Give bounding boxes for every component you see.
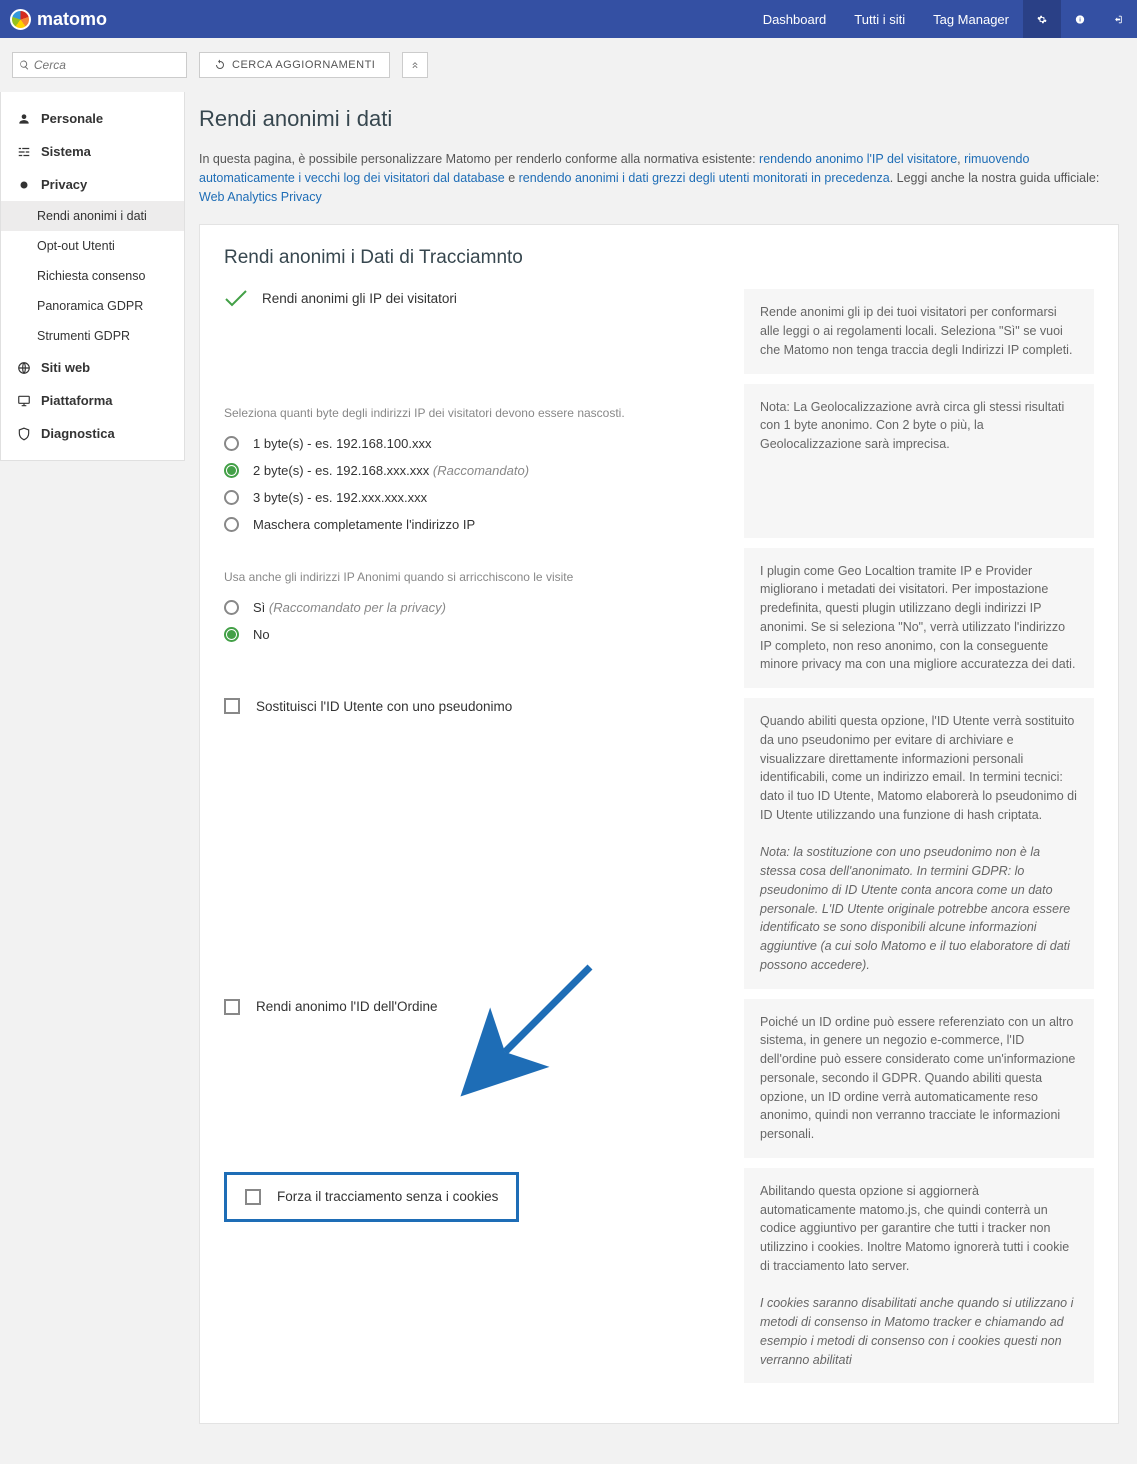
force-nocookie-note: I cookies saranno disabilitati anche qua… (760, 1296, 1073, 1366)
radio-2byte[interactable]: 2 byte(s) - es. 192.168.xxx.xxx (Raccoma… (224, 457, 724, 484)
sidebar-section-platform[interactable]: Piattaforma (1, 384, 184, 417)
radio-icon (224, 436, 239, 451)
check-updates-button[interactable]: CERCA AGGIORNAMENTI (199, 52, 390, 78)
radio-3byte[interactable]: 3 byte(s) - es. 192.xxx.xxx.xxx (224, 484, 724, 511)
userid-help: Quando abiliti questa opzione, l'ID Uten… (744, 698, 1094, 989)
radio-label: 1 byte(s) - es. 192.168.100.xxx (253, 436, 431, 451)
dot-icon (17, 178, 31, 192)
sidebar-section-diagnostics[interactable]: Diagnostica (1, 417, 184, 450)
radio-icon (224, 627, 239, 642)
link-anon-ip[interactable]: rendendo anonimo l'IP del visitatore (759, 152, 957, 166)
sidebar-label: Personale (41, 111, 103, 126)
radio-label: Sì (253, 600, 265, 615)
sidebar-section-personal[interactable]: Personale (1, 102, 184, 135)
orderid-label: Rendi anonimo l'ID dell'Ordine (256, 999, 438, 1014)
sidebar-item-consent-request[interactable]: Richiesta consenso (1, 261, 184, 291)
enrich-help: I plugin come Geo Localtion tramite IP e… (744, 548, 1094, 689)
sidebar: Personale Sistema Privacy Rendi anonimi … (0, 92, 185, 461)
page-title: Rendi anonimi i dati (199, 106, 1119, 132)
userid-note: Nota: la sostituzione con uno pseudonimo… (760, 845, 1070, 972)
radio-label: 2 byte(s) - es. 192.168.xxx.xxx (253, 463, 429, 478)
top-nav: Dashboard Tutti i siti Tag Manager i (749, 0, 1137, 38)
bytes-help: Nota: La Geolocalizzazione avrà circa gl… (744, 384, 1094, 538)
page-intro: In questa pagina, è possibile personaliz… (199, 150, 1119, 206)
checkbox-icon (245, 1189, 261, 1205)
card-title: Rendi anonimi i Dati di Tracciamnto (224, 247, 1094, 269)
nav-dashboard[interactable]: Dashboard (749, 0, 841, 38)
force-nocookie-checkbox[interactable]: Forza il tracciamento senza i cookies (245, 1189, 498, 1205)
force-nocookie-highlight: Forza il tracciamento senza i cookies (224, 1172, 519, 1222)
radio-fullmask[interactable]: Maschera completamente l'indirizzo IP (224, 511, 724, 538)
sidebar-label: Privacy (41, 177, 87, 192)
main-content: Rendi anonimi i dati In questa pagina, è… (185, 92, 1137, 1464)
chevrons-up-icon (410, 60, 420, 70)
link-web-analytics-privacy[interactable]: Web Analytics Privacy (199, 190, 322, 204)
radio-icon (224, 600, 239, 615)
anonymize-ip-help: Rende anonimi gli ip dei tuoi visitatori… (744, 289, 1094, 373)
orderid-checkbox[interactable]: Rendi anonimo l'ID dell'Ordine (224, 999, 724, 1015)
userid-checkbox[interactable]: Sostituisci l'ID Utente con uno pseudoni… (224, 698, 724, 714)
tracking-data-card: Rendi anonimi i Dati di Tracciamnto Rend… (199, 224, 1119, 1424)
radio-label: No (253, 627, 270, 642)
nav-logout-icon[interactable] (1099, 0, 1137, 38)
shield-icon (17, 427, 31, 441)
radio-label: 3 byte(s) - es. 192.xxx.xxx.xxx (253, 490, 427, 505)
nav-admin-gear-icon[interactable] (1023, 0, 1061, 38)
toolbar: CERCA AGGIORNAMENTI (0, 38, 1137, 92)
search-box[interactable] (12, 52, 187, 78)
radio-label: Maschera completamente l'indirizzo IP (253, 517, 475, 532)
recommended-label: (Raccomandato) (433, 463, 529, 478)
force-nocookie-help: Abilitando questa opzione si aggiornerà … (744, 1168, 1094, 1384)
enrich-label: Usa anche gli indirizzi IP Anonimi quand… (224, 570, 724, 584)
nav-all-sites[interactable]: Tutti i siti (840, 0, 919, 38)
bytes-label: Seleziona quanti byte degli indirizzi IP… (224, 406, 724, 420)
topbar: matomo Dashboard Tutti i siti Tag Manage… (0, 0, 1137, 38)
sidebar-item-gdpr-tools[interactable]: Strumenti GDPR (1, 321, 184, 351)
radio-icon (224, 463, 239, 478)
radio-icon (224, 517, 239, 532)
checkbox-icon (224, 698, 240, 714)
check-updates-label: CERCA AGGIORNAMENTI (232, 59, 375, 71)
nav-tag-manager[interactable]: Tag Manager (919, 0, 1023, 38)
anonymize-ip-toggle[interactable]: Rendi anonimi gli IP dei visitatori (224, 289, 724, 307)
orderid-help: Poiché un ID ordine può essere referenzi… (744, 999, 1094, 1158)
refresh-icon (214, 59, 226, 71)
radio-enrich-yes[interactable]: Sì (Raccomandato per la privacy) (224, 594, 724, 621)
nav-info-icon[interactable]: i (1061, 0, 1099, 38)
sidebar-label: Sistema (41, 144, 91, 159)
globe-icon (17, 361, 31, 375)
checkmark-icon (224, 289, 248, 307)
sidebar-label: Piattaforma (41, 393, 113, 408)
monitor-icon (17, 394, 31, 408)
link-anon-raw[interactable]: rendendo anonimi i dati grezzi degli ute… (519, 171, 890, 185)
userid-label: Sostituisci l'ID Utente con uno pseudoni… (256, 699, 512, 714)
sidebar-label: Siti web (41, 360, 90, 375)
brand-text: matomo (37, 9, 107, 30)
sidebar-item-optout-users[interactable]: Opt-out Utenti (1, 231, 184, 261)
sliders-icon (17, 145, 31, 159)
force-nocookie-label: Forza il tracciamento senza i cookies (277, 1189, 498, 1204)
recommended-label: (Raccomandato per la privacy) (269, 600, 446, 615)
sidebar-item-gdpr-overview[interactable]: Panoramica GDPR (1, 291, 184, 321)
collapse-button[interactable] (402, 52, 428, 78)
sidebar-item-anonymize-data[interactable]: Rendi anonimi i dati (1, 201, 184, 231)
sidebar-section-websites[interactable]: Siti web (1, 351, 184, 384)
search-input[interactable] (34, 58, 180, 72)
app-logo[interactable]: matomo (10, 9, 107, 30)
checkbox-icon (224, 999, 240, 1015)
radio-1byte[interactable]: 1 byte(s) - es. 192.168.100.xxx (224, 430, 724, 457)
sidebar-section-system[interactable]: Sistema (1, 135, 184, 168)
anonymize-ip-label: Rendi anonimi gli IP dei visitatori (262, 291, 457, 306)
search-icon (19, 59, 30, 71)
logo-icon (10, 9, 31, 30)
intro-text: In questa pagina, è possibile personaliz… (199, 152, 759, 166)
user-icon (17, 112, 31, 126)
radio-enrich-no[interactable]: No (224, 621, 724, 648)
sidebar-section-privacy[interactable]: Privacy (1, 168, 184, 201)
sidebar-label: Diagnostica (41, 426, 115, 441)
radio-icon (224, 490, 239, 505)
